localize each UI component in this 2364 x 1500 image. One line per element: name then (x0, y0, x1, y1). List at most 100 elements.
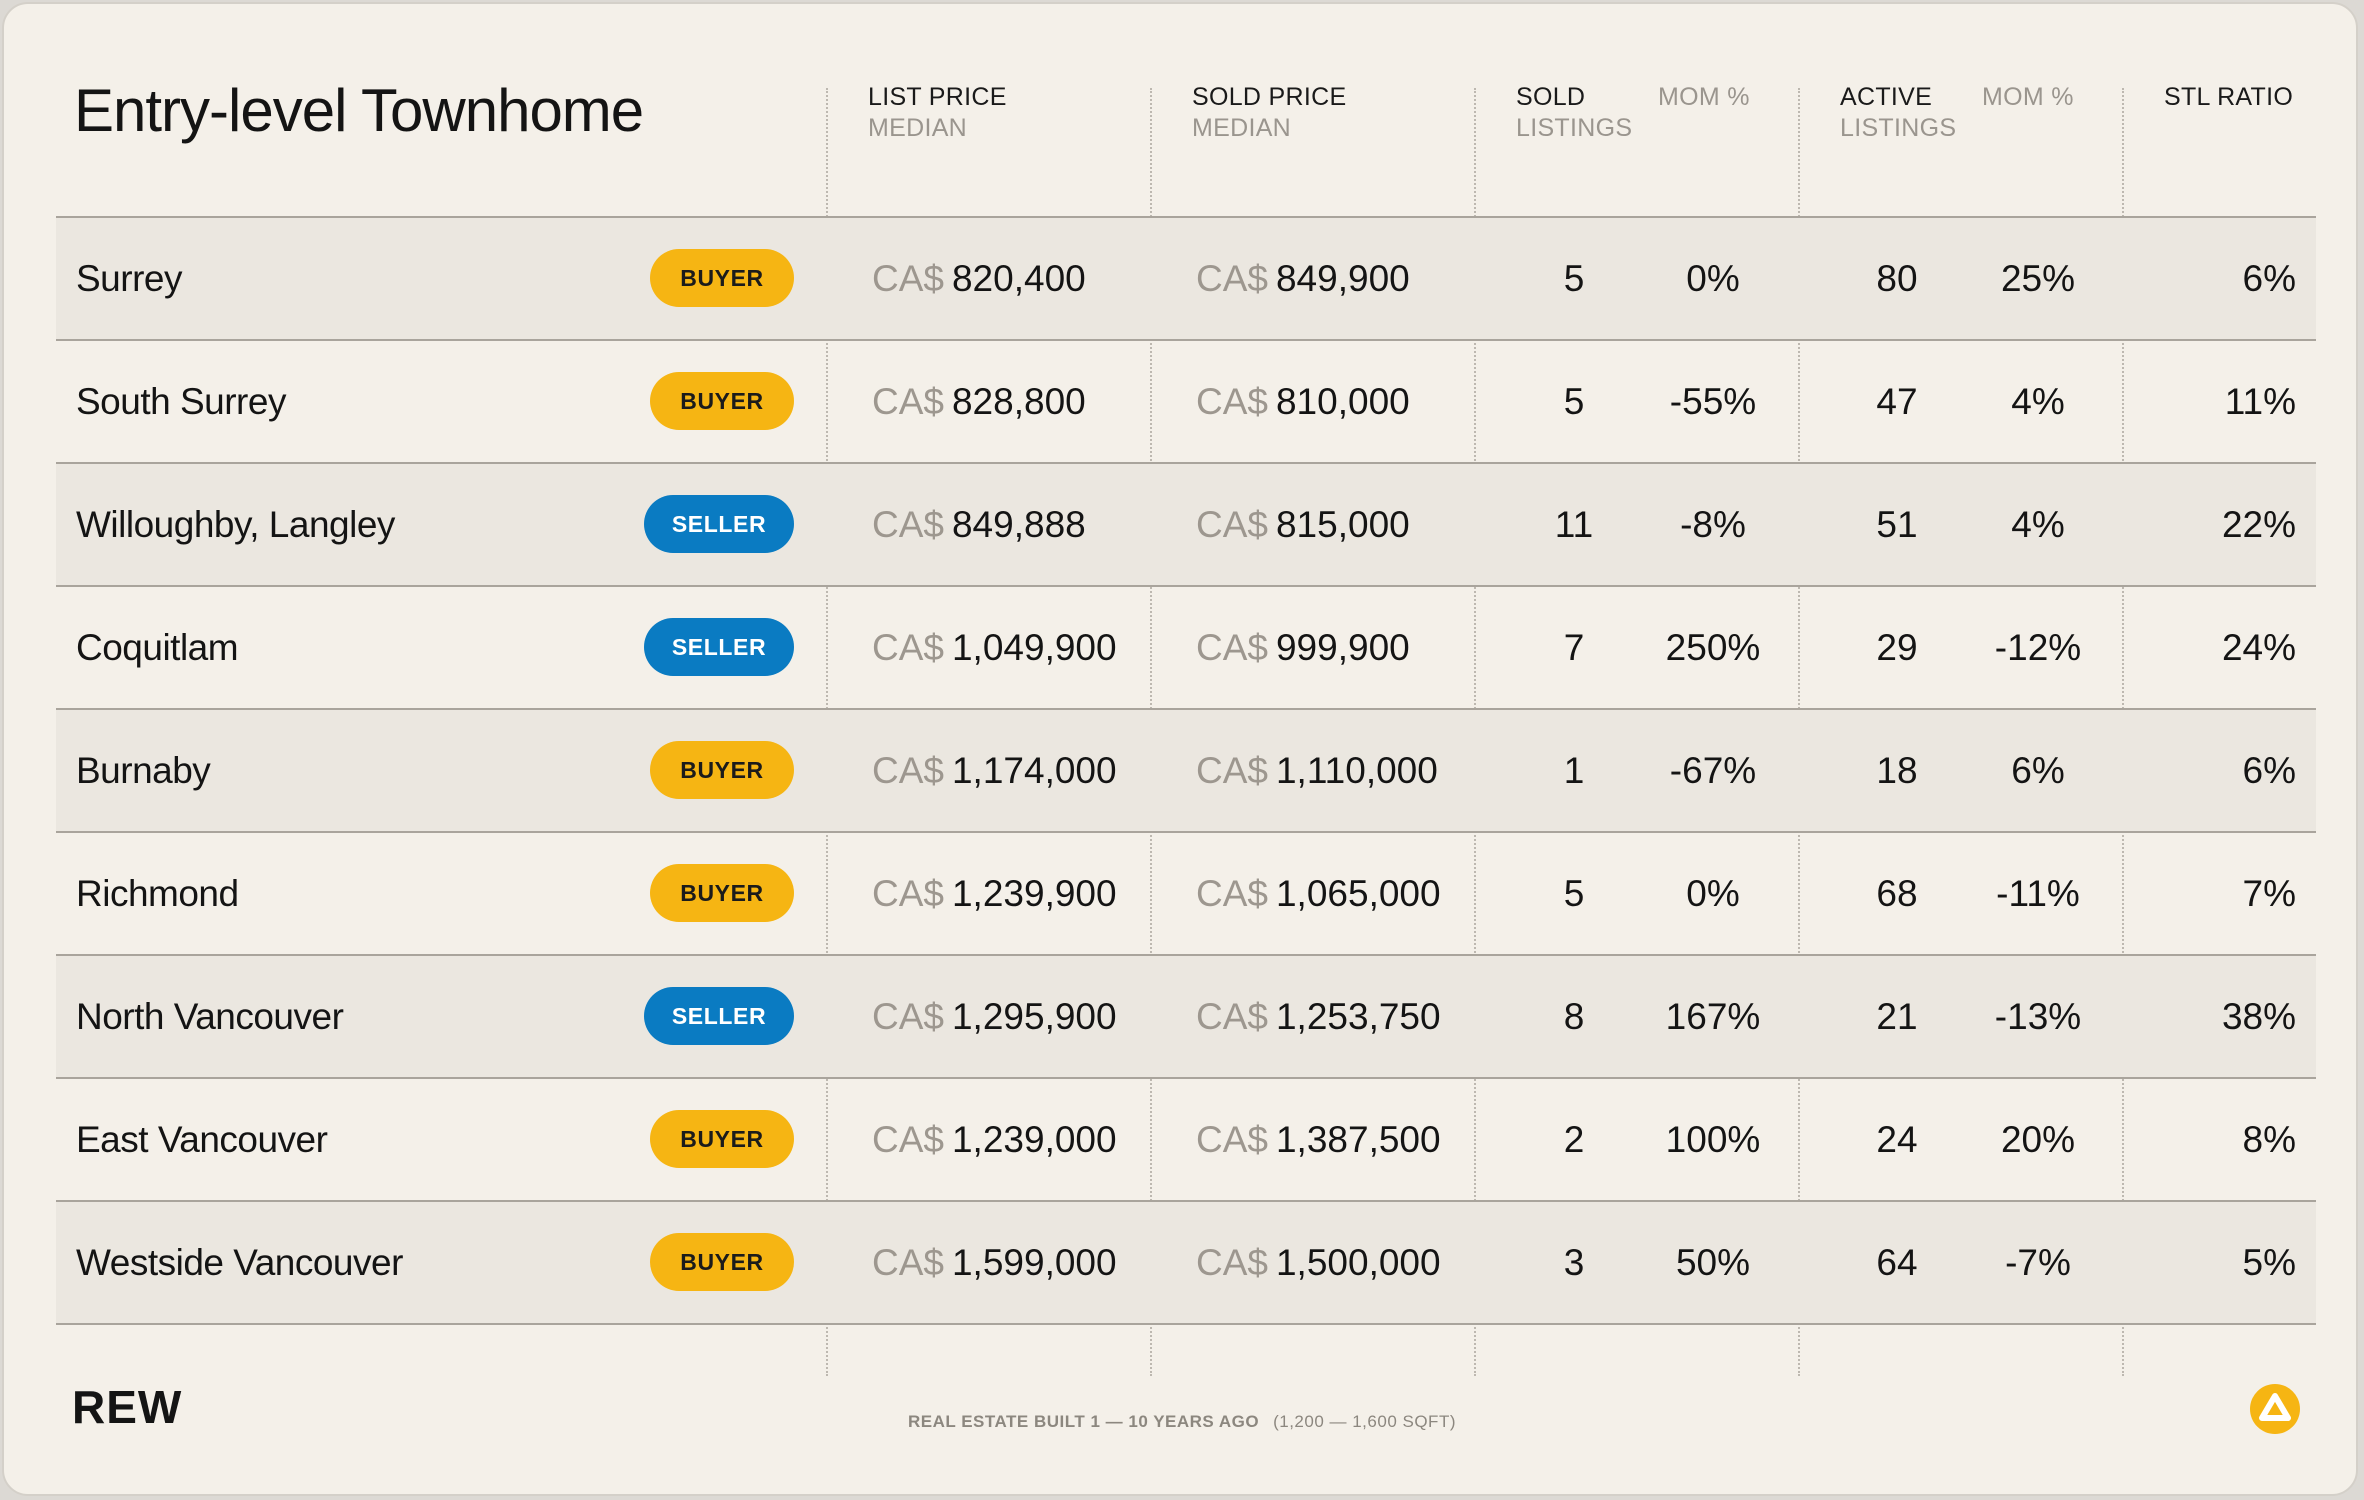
sold-listings: 5 (1563, 258, 1585, 299)
sold-price-value: 1,065,000 (1275, 873, 1441, 914)
sold-mom: -67% (1669, 750, 1757, 791)
list-price: CA$ 820,400 (872, 218, 1086, 339)
header-stl-ratio: STL RATIO (2164, 83, 2294, 111)
brand-logo-text: REW (72, 1381, 183, 1433)
active-listings: 29 (1876, 627, 1918, 668)
header-sold-listings: SOLD LISTINGS (1516, 82, 1632, 144)
sold-listings: 5 (1563, 381, 1585, 422)
currency-label: CA$ (1196, 1242, 1268, 1283)
currency-label: CA$ (872, 504, 944, 545)
sold-price-value: 810,000 (1275, 381, 1410, 422)
market-badge: BUYER (650, 249, 794, 307)
list-price: CA$ 1,049,900 (872, 587, 1117, 708)
stl-ratio: 38% (2221, 996, 2296, 1037)
active-listings: 51 (1876, 504, 1918, 545)
list-price-value: 1,295,900 (951, 996, 1117, 1037)
area-name: Coquitlam (76, 627, 239, 668)
stl-ratio: 11% (2224, 381, 2296, 422)
sold-price: CA$ 1,500,000 (1196, 1202, 1441, 1323)
header-label: LIST PRICE (868, 83, 1007, 111)
stl-ratio: 22% (2221, 504, 2296, 545)
active-listings: 21 (1876, 996, 1918, 1037)
sold-listings: 7 (1563, 627, 1585, 668)
area-name: North Vancouver (76, 996, 344, 1037)
table-row: East Vancouver BUYER CA$ 1,239,000 CA$ 1,387,… (56, 1077, 2316, 1200)
sold-price: CA$ 810,000 (1196, 341, 1410, 462)
stl-ratio: 7% (2242, 873, 2296, 914)
table-row: South Surrey BUYER CA$ 828,800 CA$ 810,000 5 -5… (56, 339, 2316, 462)
sold-mom: 0% (1686, 258, 1740, 299)
sold-price-value: 1,500,000 (1275, 1242, 1441, 1283)
area-name: East Vancouver (76, 1119, 328, 1160)
active-mom: -13% (1994, 996, 2082, 1037)
page-title: Entry-level Townhome (74, 77, 644, 144)
sold-price: CA$ 1,110,000 (1196, 710, 1438, 831)
header-sublabel: MEDIAN (1192, 114, 1292, 142)
sold-listings: 11 (1554, 504, 1594, 545)
sold-mom: -8% (1680, 504, 1746, 545)
active-mom: -7% (2005, 1242, 2071, 1283)
currency-label: CA$ (1196, 627, 1268, 668)
header-sold-mom: MOM % (1658, 83, 1750, 111)
sold-listings: 1 (1563, 750, 1585, 791)
active-mom: -12% (1994, 627, 2082, 668)
market-badge: SELLER (644, 618, 794, 676)
list-price-value: 828,800 (951, 381, 1086, 422)
active-listings: 64 (1876, 1242, 1918, 1283)
list-price-value: 1,599,000 (951, 1242, 1117, 1283)
sold-listings: 8 (1563, 996, 1585, 1037)
header-sold-price: SOLD PRICE MEDIAN (1192, 82, 1346, 144)
list-price: CA$ 849,888 (872, 464, 1086, 585)
sold-price-value: 999,900 (1275, 627, 1410, 668)
active-mom: 25% (2000, 258, 2076, 299)
currency-label: CA$ (872, 258, 944, 299)
list-price: CA$ 1,239,900 (872, 833, 1117, 954)
stl-ratio: 8% (2242, 1119, 2296, 1160)
footer-note: REAL ESTATE BUILT 1 — 10 YEARS AGO (1,200… (908, 1412, 1456, 1432)
currency-label: CA$ (872, 627, 944, 668)
currency-label: CA$ (1196, 873, 1268, 914)
header-sublabel: LISTINGS (1840, 114, 1957, 142)
list-price: CA$ 1,295,900 (872, 956, 1117, 1077)
active-mom: 4% (2011, 381, 2065, 422)
sold-price-value: 1,110,000 (1275, 750, 1438, 791)
area-name: Westside Vancouver (76, 1242, 403, 1283)
header-active-mom: MOM % (1982, 83, 2074, 111)
list-price-value: 820,400 (951, 258, 1086, 299)
currency-label: CA$ (1196, 1119, 1268, 1160)
sold-price: CA$ 815,000 (1196, 464, 1410, 585)
list-price: CA$ 1,174,000 (872, 710, 1117, 831)
active-listings: 24 (1876, 1119, 1918, 1160)
stl-ratio: 5% (2242, 1242, 2296, 1283)
table-row: Willoughby, Langley SELLER CA$ 849,888 CA$ 81… (56, 462, 2316, 585)
sold-price: CA$ 999,900 (1196, 587, 1410, 708)
header-label: ACTIVE (1840, 83, 1933, 111)
market-badge: SELLER (644, 495, 794, 553)
sold-price: CA$ 1,065,000 (1196, 833, 1441, 954)
stl-ratio: 24% (2221, 627, 2296, 668)
footer-note-size: (1,200 — 1,600 SQFT) (1273, 1412, 1456, 1431)
list-price: CA$ 828,800 (872, 341, 1086, 462)
market-badge: SELLER (644, 987, 794, 1045)
currency-label: CA$ (872, 381, 944, 422)
active-mom: 20% (2000, 1119, 2076, 1160)
stl-ratio: 6% (2242, 750, 2296, 791)
area-name: Willoughby, Langley (76, 504, 395, 545)
area-name: South Surrey (76, 381, 286, 422)
market-badge: BUYER (650, 741, 794, 799)
sold-listings: 3 (1563, 1242, 1585, 1283)
currency-label: CA$ (872, 1242, 944, 1283)
currency-label: CA$ (1196, 381, 1268, 422)
market-badge: BUYER (650, 864, 794, 922)
table-row: North Vancouver SELLER CA$ 1,295,900 CA$ 1,25… (56, 954, 2316, 1077)
market-badge: BUYER (650, 1110, 794, 1168)
active-listings: 80 (1876, 258, 1918, 299)
currency-label: CA$ (872, 996, 944, 1037)
sold-price-value: 849,900 (1275, 258, 1410, 299)
list-price-value: 849,888 (951, 504, 1086, 545)
list-price: CA$ 1,239,000 (872, 1079, 1117, 1200)
table-row: Coquitlam SELLER CA$ 1,049,900 CA$ 999,900 7 25… (56, 585, 2316, 708)
sold-mom: 0% (1686, 873, 1740, 914)
currency-label: CA$ (872, 750, 944, 791)
sold-price: CA$ 1,387,500 (1196, 1079, 1441, 1200)
